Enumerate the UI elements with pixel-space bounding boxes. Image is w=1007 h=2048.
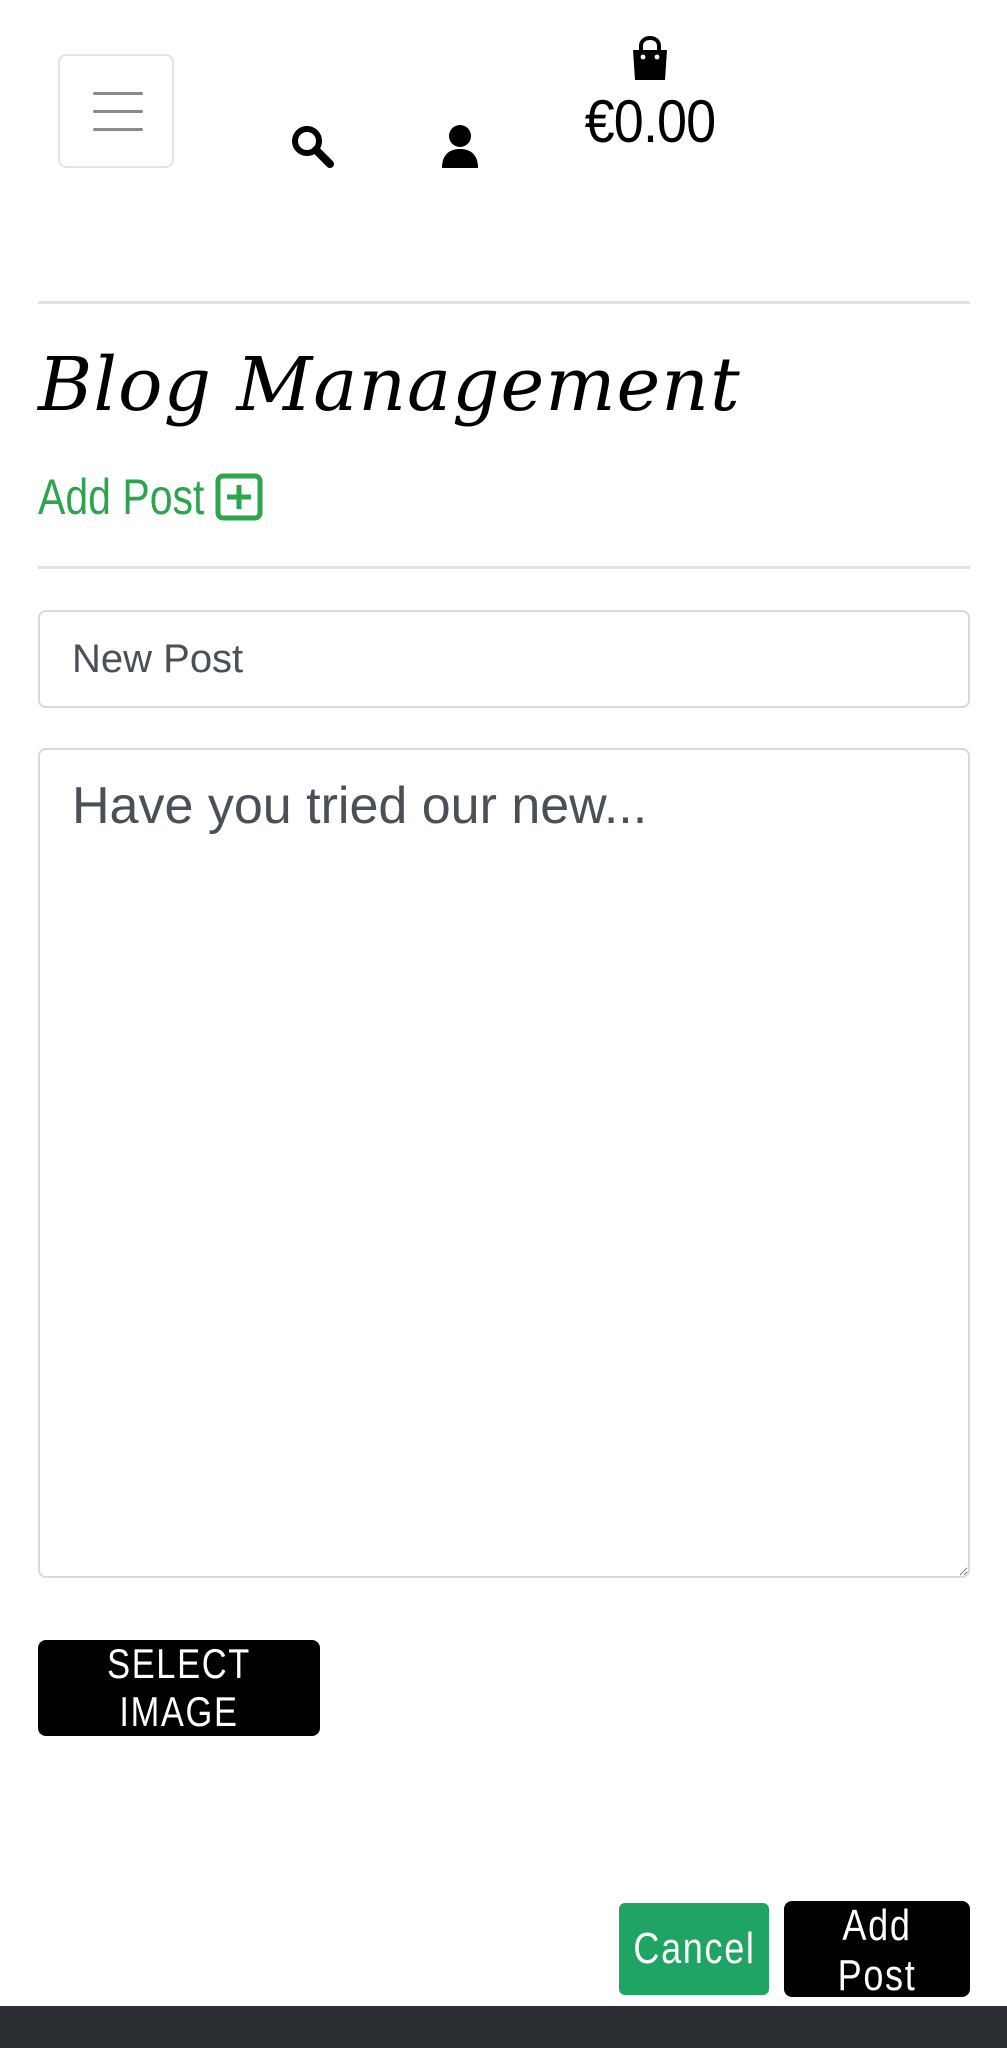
post-body-textarea[interactable] (38, 748, 970, 1578)
menu-toggle-button[interactable] (58, 54, 174, 168)
select-image-label: SELECT IMAGE (107, 1640, 251, 1735)
add-post-submit-label: Add Post (837, 1901, 917, 2000)
add-post-submit-button[interactable]: Add Post (784, 1901, 970, 2000)
divider (38, 301, 970, 304)
hamburger-icon-bar-bottom (93, 128, 143, 131)
add-post-link[interactable]: Add Post (38, 462, 263, 532)
search-button[interactable] (290, 124, 334, 173)
search-icon (292, 126, 334, 168)
shopping-bag-icon (633, 36, 667, 80)
plus-square-icon (215, 473, 263, 521)
add-post-link-label: Add Post (38, 469, 205, 525)
select-image-button[interactable]: SELECT IMAGE (38, 1640, 320, 1736)
cart-total: €0.00 (584, 88, 717, 155)
post-title-input[interactable] (38, 610, 970, 708)
user-icon (442, 125, 478, 168)
cart-link[interactable]: €0.00 (560, 36, 740, 154)
page-title: Blog Management (38, 342, 741, 428)
hamburger-icon-bar-middle (93, 110, 143, 113)
footer (0, 2006, 1007, 2048)
top-navbar: €0.00 (0, 0, 1007, 230)
account-button[interactable] (440, 124, 480, 173)
cancel-button[interactable]: Cancel (619, 1903, 769, 1995)
divider (38, 566, 970, 569)
hamburger-icon (93, 92, 143, 95)
cancel-label: Cancel (632, 1924, 756, 1973)
